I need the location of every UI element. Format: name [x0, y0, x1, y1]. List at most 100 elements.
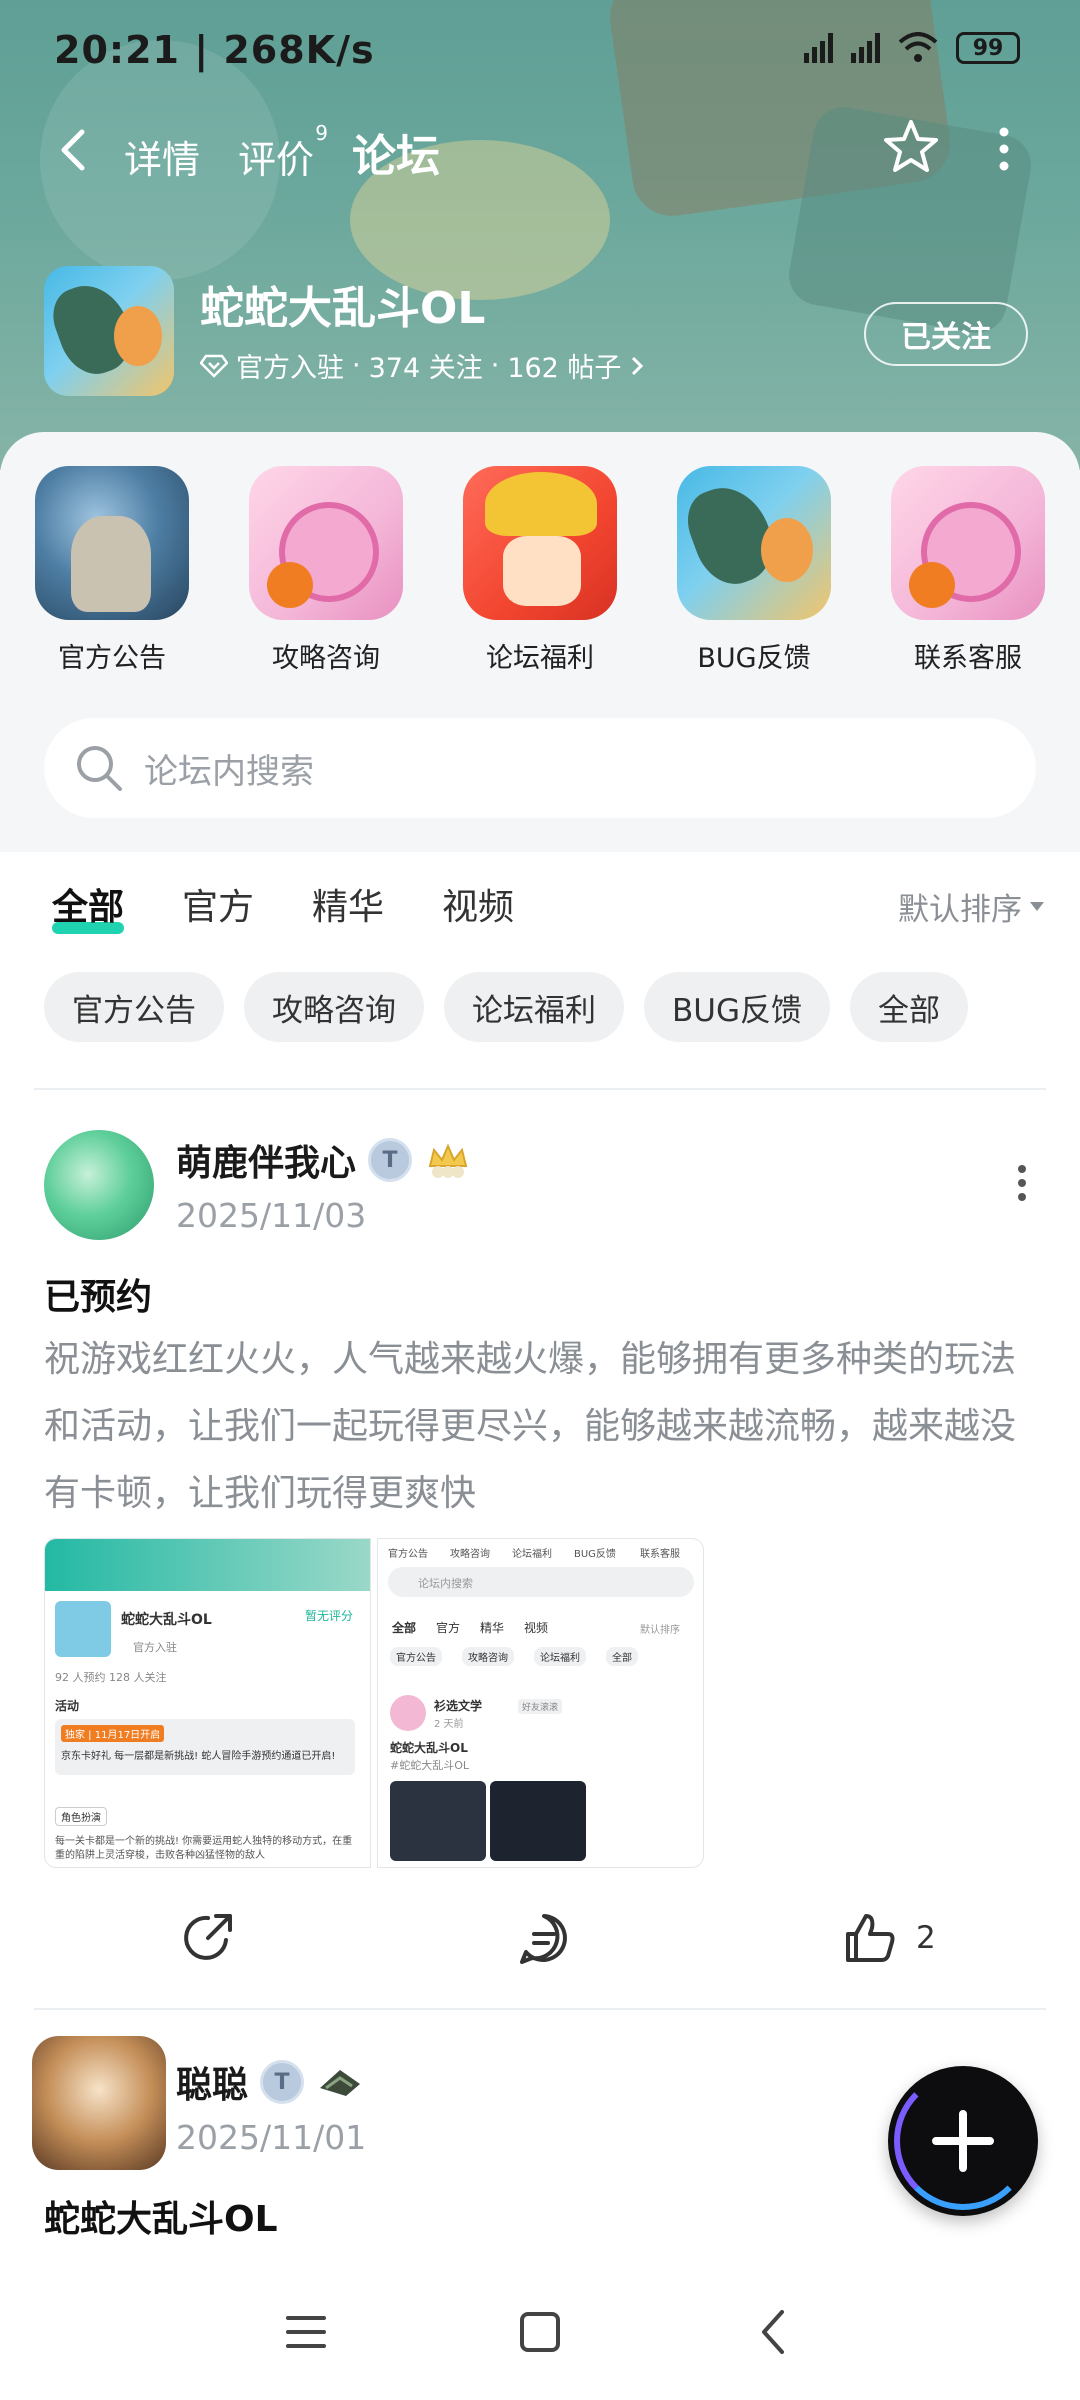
tab-all[interactable]: 全部	[52, 878, 125, 934]
post-actions: 2	[0, 1898, 1080, 1978]
menu-icon[interactable]	[278, 2304, 334, 2360]
clock: 20:21	[54, 28, 180, 72]
like-count: 2	[916, 1920, 936, 1956]
post-image[interactable]: 官方公告 攻略咨询 论坛福利 BUG反馈 联系客服 论坛内搜索 全部 官方 精华…	[377, 1538, 704, 1868]
post-author[interactable]: 聪聪 T	[176, 2056, 364, 2108]
thumb-text: 活动	[55, 1699, 80, 1713]
verified-label: 官方入驻	[236, 353, 344, 384]
game-meta[interactable]: 官方入驻 · 374 关注 · 162 帖子	[200, 346, 645, 385]
comment-button[interactable]	[516, 1910, 572, 1966]
search-icon	[77, 746, 122, 791]
shortcut-guides[interactable]: 攻略咨询	[248, 466, 404, 675]
share-icon	[184, 1914, 232, 1960]
post-date: 2025/11/03	[176, 1196, 367, 1235]
thumb-text: 视频	[524, 1621, 549, 1635]
chevron-right-icon	[632, 356, 644, 375]
game-banner: 20:21 | 268K/s 99 详情 评价 9 论坛 蛇蛇大乱斗OL 官方入驻…	[0, 0, 1080, 470]
create-post-button[interactable]	[888, 2066, 1038, 2216]
chip-announcements[interactable]: 官方公告	[44, 972, 224, 1042]
verified-diamond-icon	[200, 354, 228, 378]
chip-bug-report[interactable]: BUG反馈	[644, 972, 830, 1042]
tab-featured[interactable]: 精华	[312, 878, 384, 930]
tab-forum[interactable]: 论坛	[352, 120, 441, 188]
sort-label: 默认排序	[898, 892, 1022, 928]
shortcut-label: 攻略咨询	[272, 643, 380, 674]
thumb-text: 蛇蛇大乱斗OL	[390, 1741, 468, 1755]
thumb-text: 独家 | 11月17日开启	[61, 1725, 165, 1742]
thumb-avatar	[390, 1695, 426, 1731]
post-images[interactable]: 蛇蛇大乱斗OL 暂无评分 官方入驻 92 人预约 128 人关注 活动 独家 |…	[44, 1538, 704, 1868]
forum-search-input[interactable]: 论坛内搜索	[44, 718, 1036, 818]
thumb-text: 论坛福利	[534, 1647, 586, 1666]
favorite-star-icon[interactable]	[880, 116, 942, 178]
thumb-text: 官方入驻	[133, 1641, 177, 1654]
bug-report-image	[677, 466, 831, 620]
thumb-banner	[45, 1539, 370, 1591]
shortcut-customer-service[interactable]: 联系客服	[890, 466, 1046, 675]
customer-service-image	[891, 466, 1045, 620]
post-more-icon[interactable]	[1016, 1163, 1028, 1203]
chip-all[interactable]: 全部	[849, 972, 968, 1042]
meta-separator: ·	[490, 350, 500, 381]
follow-button[interactable]: 已关注	[864, 302, 1028, 366]
caret-down-icon	[1030, 902, 1044, 911]
thumb-media	[490, 1781, 586, 1861]
shortcut-label: 联系客服	[914, 643, 1022, 674]
more-vertical-icon[interactable]	[986, 124, 1022, 174]
back-icon[interactable]	[52, 128, 96, 172]
thumb-text: 全部	[392, 1621, 417, 1635]
avatar[interactable]	[44, 1130, 154, 1240]
thumb-text: 角色扮演	[55, 1807, 107, 1826]
top-tabs: 详情 评价 9 论坛	[124, 120, 441, 188]
follower-count: 374 关注	[368, 353, 483, 384]
divider	[34, 2008, 1046, 2010]
chip-welfare[interactable]: 论坛福利	[444, 972, 624, 1042]
tab-official[interactable]: 官方	[182, 878, 254, 930]
meta-separator: ·	[352, 350, 361, 381]
search-placeholder: 论坛内搜索	[144, 751, 314, 792]
tab-label: 论坛	[352, 131, 441, 182]
welfare-image	[463, 466, 617, 620]
thumb-text: 官方	[436, 1621, 461, 1635]
thumb-text: 精华	[480, 1621, 505, 1635]
game-icon[interactable]	[44, 266, 174, 396]
forum-header-sheet: 官方公告 攻略咨询 论坛福利 BUG反馈 联系客服 论坛内搜索	[0, 432, 1080, 852]
shortcut-bug-report[interactable]: BUG反馈	[676, 466, 832, 675]
share-button[interactable]	[180, 1910, 236, 1966]
thumbs-up-icon	[846, 1914, 895, 1962]
hat-badge-icon	[320, 2070, 361, 2096]
back-nav-icon[interactable]	[746, 2304, 802, 2360]
thumb-text: 联系客服	[640, 1549, 680, 1560]
home-icon[interactable]	[512, 2304, 568, 2360]
shortcut-announcements[interactable]: 官方公告	[34, 466, 190, 675]
thumb-text: 默认排序	[640, 1625, 680, 1636]
status-icons: 99	[804, 32, 1020, 64]
post-body: 祝游戏红红火火，人气越来越火爆，能够拥有更多种类的玩法和活动，让我们一起玩得更尽…	[44, 1339, 1017, 1514]
thumb-text: 每一关卡都是一个新的挑战! 你需要运用蛇人独特的移动方式，在重重的陷阱上灵活穿梭…	[55, 1836, 353, 1861]
tab-label: 评价	[238, 138, 315, 182]
tab-video[interactable]: 视频	[442, 878, 514, 930]
game-title: 蛇蛇大乱斗OL	[200, 283, 486, 334]
thumb-text: 92 人预约 128 人关注	[55, 1671, 167, 1684]
post-date: 2025/11/01	[176, 2118, 367, 2157]
thumb-media	[390, 1781, 486, 1861]
thumb-text: BUG反馈	[574, 1549, 616, 1560]
avatar[interactable]	[32, 2036, 166, 2170]
post-author[interactable]: 萌鹿伴我心 T	[176, 1134, 472, 1186]
battery-icon: 99	[956, 32, 1020, 64]
post-title: 蛇蛇大乱斗OL	[44, 2199, 278, 2240]
signal-icon	[804, 33, 833, 63]
thumb-text: 攻略咨询	[462, 1647, 514, 1666]
guides-image	[249, 466, 403, 620]
post-image[interactable]: 蛇蛇大乱斗OL 暂无评分 官方入驻 92 人预约 128 人关注 活动 独家 |…	[44, 1538, 371, 1868]
sort-dropdown[interactable]: 默认排序	[898, 884, 1044, 929]
forum-shortcuts: 官方公告 攻略咨询 论坛福利 BUG反馈 联系客服	[0, 466, 1080, 675]
like-button[interactable]: 2	[842, 1910, 936, 1966]
tab-details[interactable]: 详情	[124, 129, 200, 184]
thumb-text: 蛇蛇大乱斗OL	[121, 1612, 212, 1628]
chip-guides[interactable]: 攻略咨询	[244, 972, 424, 1042]
tab-reviews[interactable]: 评价 9	[238, 121, 328, 184]
thumb-text: 京东卡好礼 每一层都是新挑战! 蛇人冒险手游预约通道已开启!	[61, 1751, 336, 1762]
thumb-text: #蛇蛇大乱斗OL	[390, 1759, 470, 1772]
shortcut-welfare[interactable]: 论坛福利	[462, 466, 618, 675]
